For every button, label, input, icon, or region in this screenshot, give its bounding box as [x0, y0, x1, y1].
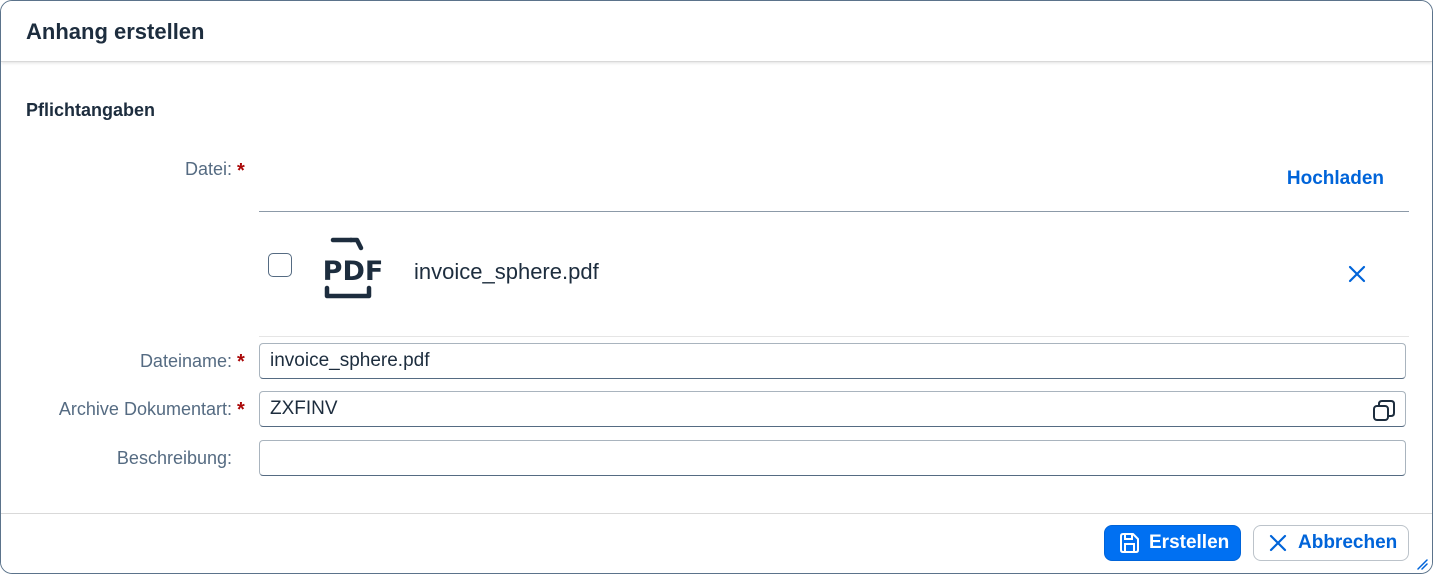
pdf-icon: PDF	[323, 237, 383, 299]
section-title: Pflichtangaben	[26, 100, 156, 120]
required-marker: *	[237, 351, 245, 373]
upload-link[interactable]: Hochladen	[1287, 168, 1384, 190]
description-label: Beschreibung:	[116, 448, 232, 468]
pdf-icon-text: PDF	[323, 256, 383, 287]
close-icon	[1269, 534, 1287, 552]
create-button[interactable]: Erstellen	[1104, 525, 1241, 561]
create-button-label: Erstellen	[1149, 532, 1230, 553]
file-name: invoice_sphere.pdf	[414, 259, 599, 284]
document-type-input[interactable]	[259, 391, 1406, 427]
document-type-label: Archive Dokumentart:	[58, 399, 232, 419]
uploaded-file-item[interactable]: PDF invoice_sphere.pdf	[259, 212, 1409, 337]
save-icon	[1120, 533, 1139, 553]
dialog-header: Anhang erstellen	[1, 1, 1432, 62]
dialog-footer: Erstellen Abbrechen	[1, 513, 1432, 573]
filename-label: Dateiname:	[139, 351, 232, 371]
cancel-button-label: Abbrechen	[1298, 532, 1398, 553]
file-label: Datei:	[184, 159, 232, 179]
description-input[interactable]	[259, 440, 1406, 476]
cancel-button[interactable]: Abbrechen	[1253, 525, 1409, 561]
resize-handle-icon[interactable]	[1416, 558, 1428, 570]
dialog-title: Anhang erstellen	[26, 19, 205, 44]
required-marker: *	[237, 399, 245, 421]
filename-input[interactable]	[259, 343, 1406, 379]
create-attachment-dialog: Anhang erstellen Pflichtangaben Datei: *…	[0, 0, 1433, 574]
file-select-checkbox[interactable]	[268, 253, 292, 277]
value-help-icon[interactable]	[1371, 398, 1397, 424]
required-marker: *	[237, 160, 245, 182]
close-icon[interactable]	[1345, 262, 1369, 286]
